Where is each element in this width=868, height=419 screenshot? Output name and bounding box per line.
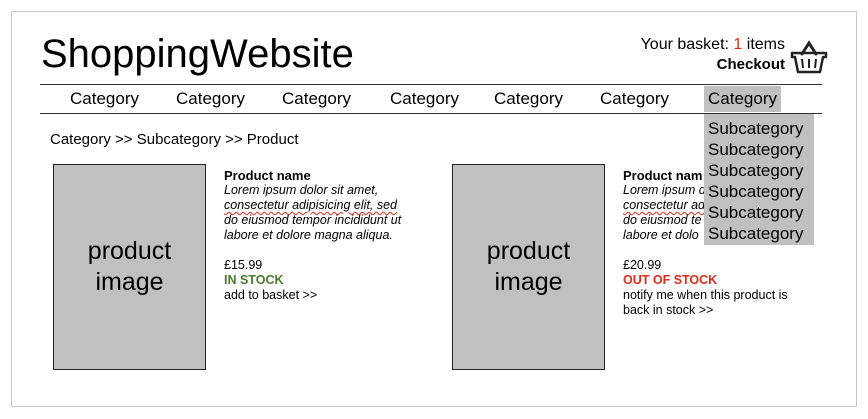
notify-line: notify me when this product is bbox=[623, 288, 788, 302]
nav-category-7-active[interactable]: Category bbox=[704, 86, 781, 112]
description-line: do eiusmod tempor incididunt ut bbox=[224, 213, 402, 227]
checkout-link[interactable]: Checkout bbox=[600, 56, 785, 73]
notify-me-link[interactable]: notify me when this product is back in s… bbox=[623, 288, 818, 318]
basket-summary: Your basket: 1 items bbox=[600, 35, 785, 54]
subcategory-item[interactable]: Subcategory bbox=[704, 160, 814, 181]
product-info-1: Product name Lorem ipsum dolor sit amet,… bbox=[224, 168, 419, 303]
nav-category-4[interactable]: Category bbox=[388, 88, 461, 110]
nav-category-3[interactable]: Category bbox=[280, 88, 353, 110]
product-description: Lorem ipsum dolor sit amet, consectetur … bbox=[224, 183, 419, 243]
breadcrumb[interactable]: Category >> Subcategory >> Product bbox=[50, 131, 299, 148]
subcategory-item[interactable]: Subcategory bbox=[704, 139, 814, 160]
nav-category-6[interactable]: Category bbox=[598, 88, 671, 110]
nav-category-5[interactable]: Category bbox=[492, 88, 565, 110]
description-line: Lorem ipsum dolor sit amet, bbox=[224, 183, 379, 197]
product-image-label-line1: product bbox=[486, 237, 571, 265]
product-image-2[interactable]: product image bbox=[452, 164, 605, 370]
subcategory-dropdown: Subcategory Subcategory Subcategory Subc… bbox=[704, 114, 814, 245]
product-image-label-line1: product bbox=[87, 237, 172, 265]
description-line: labore et dolore magna aliqua. bbox=[224, 228, 393, 242]
subcategory-item[interactable]: Subcategory bbox=[704, 202, 814, 223]
notify-line: back in stock >> bbox=[623, 303, 714, 317]
subcategory-item[interactable]: Subcategory bbox=[704, 223, 814, 244]
subcategory-item[interactable]: Subcategory bbox=[704, 181, 814, 202]
subcategory-item[interactable]: Subcategory bbox=[704, 118, 814, 139]
shopping-basket-icon[interactable] bbox=[789, 38, 829, 74]
nav-category-2[interactable]: Category bbox=[174, 88, 247, 110]
stock-status: OUT OF STOCK bbox=[623, 273, 718, 287]
stock-status: IN STOCK bbox=[224, 273, 284, 287]
product-price: £15.99 bbox=[224, 258, 263, 272]
basket-label: Your basket: bbox=[640, 36, 729, 53]
add-to-basket-link[interactable]: add to basket >> bbox=[224, 288, 419, 303]
nav-divider-top bbox=[40, 84, 822, 85]
basket-count: 1 bbox=[733, 36, 743, 53]
basket-items-label: items bbox=[746, 36, 785, 53]
product-name[interactable]: Product name bbox=[224, 168, 419, 183]
site-title[interactable]: ShoppingWebsite bbox=[41, 30, 354, 78]
nav-category-1[interactable]: Category bbox=[68, 88, 141, 110]
product-image-label-line2: image bbox=[95, 268, 164, 296]
product-image-1[interactable]: product image bbox=[53, 164, 206, 370]
product-image-label-line2: image bbox=[494, 268, 563, 296]
description-line: consectetur adipisicing elit, sed bbox=[224, 198, 398, 212]
product-price: £20.99 bbox=[623, 258, 662, 272]
